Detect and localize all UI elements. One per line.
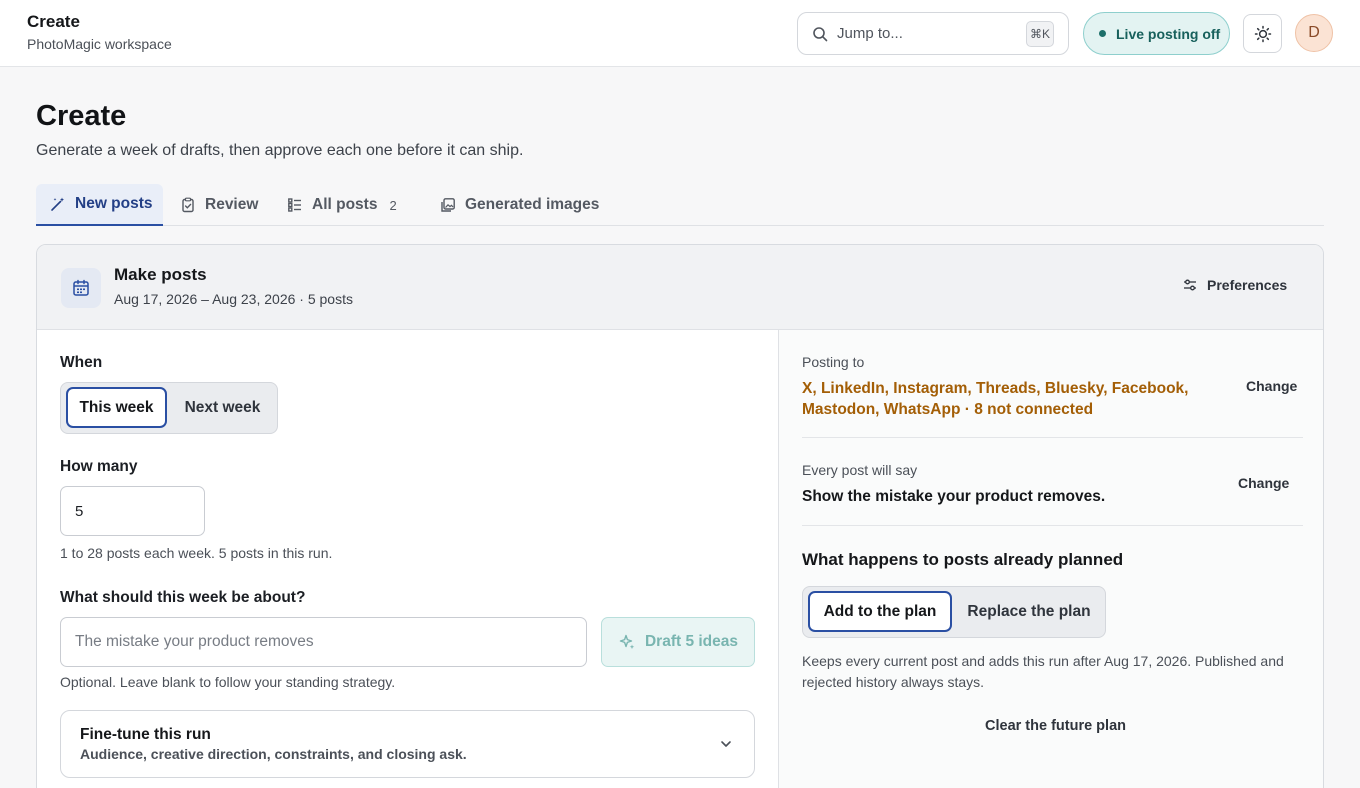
run-settings-panel: When This week Next week How many 5 1 to… xyxy=(37,330,778,788)
topic-label: What should this week be about? xyxy=(60,589,306,606)
plan-mode-note: Keeps every current post and adds this r… xyxy=(802,653,1284,690)
post-count-input[interactable]: 5 xyxy=(60,486,205,536)
fine-tune-subtitle: Audience, creative direction, constraint… xyxy=(80,746,467,762)
search-placeholder: Jump to... xyxy=(837,25,903,42)
how-many-label: How many xyxy=(60,458,138,475)
posting-to-label: Posting to xyxy=(802,354,865,370)
sun-icon xyxy=(1254,25,1271,42)
every-post-label: Every post will say xyxy=(802,462,918,478)
app-title: Create xyxy=(27,12,80,31)
fine-tune-title: Fine-tune this run xyxy=(80,726,211,743)
tab-all-posts[interactable]: All posts 2 xyxy=(287,184,397,226)
tab-label: New posts xyxy=(75,195,153,212)
clipboard-check-icon xyxy=(182,197,194,213)
top-bar: Create PhotoMagic workspace Jump to... ⌘… xyxy=(0,0,1360,67)
calendar-icon xyxy=(73,279,89,296)
tab-label: Review xyxy=(205,196,259,213)
jump-to-search[interactable]: Jump to... ⌘K xyxy=(797,12,1069,55)
platform-list: X, LinkedIn, Instagram, Threads, Bluesky… xyxy=(802,380,1189,418)
next-week-option[interactable]: Next week xyxy=(171,387,274,428)
replace-plan-option[interactable]: Replace the plan xyxy=(956,591,1102,632)
calendar-tile xyxy=(61,268,101,308)
list-icon xyxy=(288,198,301,212)
tab-label: All posts xyxy=(312,196,378,213)
draft-button-label: Draft 5 ideas xyxy=(644,633,739,650)
divider xyxy=(802,525,1303,526)
card-header: Make posts Aug 17, 2026 – Aug 23, 2026 ·… xyxy=(37,245,1323,330)
date-range: Aug 17, 2026 – Aug 23, 2026 · 5 posts xyxy=(114,291,353,307)
clear-future-plan-button[interactable]: Clear the future plan xyxy=(985,718,1126,734)
preferences-button[interactable]: Preferences xyxy=(1183,277,1287,293)
chevron-down-icon xyxy=(721,741,731,747)
search-icon xyxy=(813,26,828,41)
tab-label: Generated images xyxy=(465,196,600,213)
tab-new-posts[interactable]: New posts xyxy=(36,184,163,226)
sparkle-icon xyxy=(619,634,635,650)
images-icon xyxy=(441,198,455,212)
status-dot-icon xyxy=(1099,30,1106,37)
this-week-option[interactable]: This week xyxy=(66,387,167,428)
fine-tune-accordion[interactable]: Fine-tune this run Audience, creative di… xyxy=(60,710,755,778)
page-title: Create xyxy=(36,100,127,132)
live-posting-toggle[interactable]: Live posting off xyxy=(1083,12,1230,55)
when-label: When xyxy=(60,354,103,371)
tab-count-badge: 2 xyxy=(389,197,397,213)
planned-heading: What happens to posts already planned xyxy=(802,550,1124,569)
sliders-icon xyxy=(1184,279,1196,291)
make-posts-card: Make posts Aug 17, 2026 – Aug 23, 2026 ·… xyxy=(36,244,1324,788)
live-posting-label: Live posting off xyxy=(1116,25,1221,42)
theme-toggle-button[interactable] xyxy=(1243,14,1282,53)
shortcut-hint: ⌘K xyxy=(1026,20,1054,47)
add-to-plan-option[interactable]: Add to the plan xyxy=(808,591,952,632)
plan-mode-segmented-control: Add to the plan Replace the plan xyxy=(802,586,1106,638)
change-platforms-button[interactable]: Change xyxy=(1246,378,1297,394)
preferences-label: Preferences xyxy=(1207,277,1288,293)
tab-review[interactable]: Review xyxy=(180,184,258,226)
page-subtitle: Generate a week of drafts, then approve … xyxy=(36,142,524,159)
divider xyxy=(802,437,1303,438)
when-segmented-control: This week Next week xyxy=(60,382,278,434)
workspace-name: PhotoMagic workspace xyxy=(27,36,172,52)
change-message-button[interactable]: Change xyxy=(1238,475,1289,491)
run-summary-panel: Posting to X, LinkedIn, Instagram, Threa… xyxy=(778,330,1323,788)
card-title: Make posts xyxy=(114,265,207,284)
magic-wand-icon xyxy=(51,197,64,211)
message-value: Show the mistake your product removes. xyxy=(802,488,1106,505)
tab-generated-images[interactable]: Generated images xyxy=(440,184,599,226)
topic-hint: Optional. Leave blank to follow your sta… xyxy=(60,674,396,690)
draft-ideas-button[interactable]: Draft 5 ideas xyxy=(601,617,755,667)
post-count-hint: 1 to 28 posts each week. 5 posts in this… xyxy=(60,545,333,561)
tab-bar: New posts Review All posts 2 Generated i… xyxy=(36,184,1324,226)
topic-input[interactable]: The mistake your product removes xyxy=(60,617,587,667)
user-avatar[interactable]: D xyxy=(1295,14,1333,52)
